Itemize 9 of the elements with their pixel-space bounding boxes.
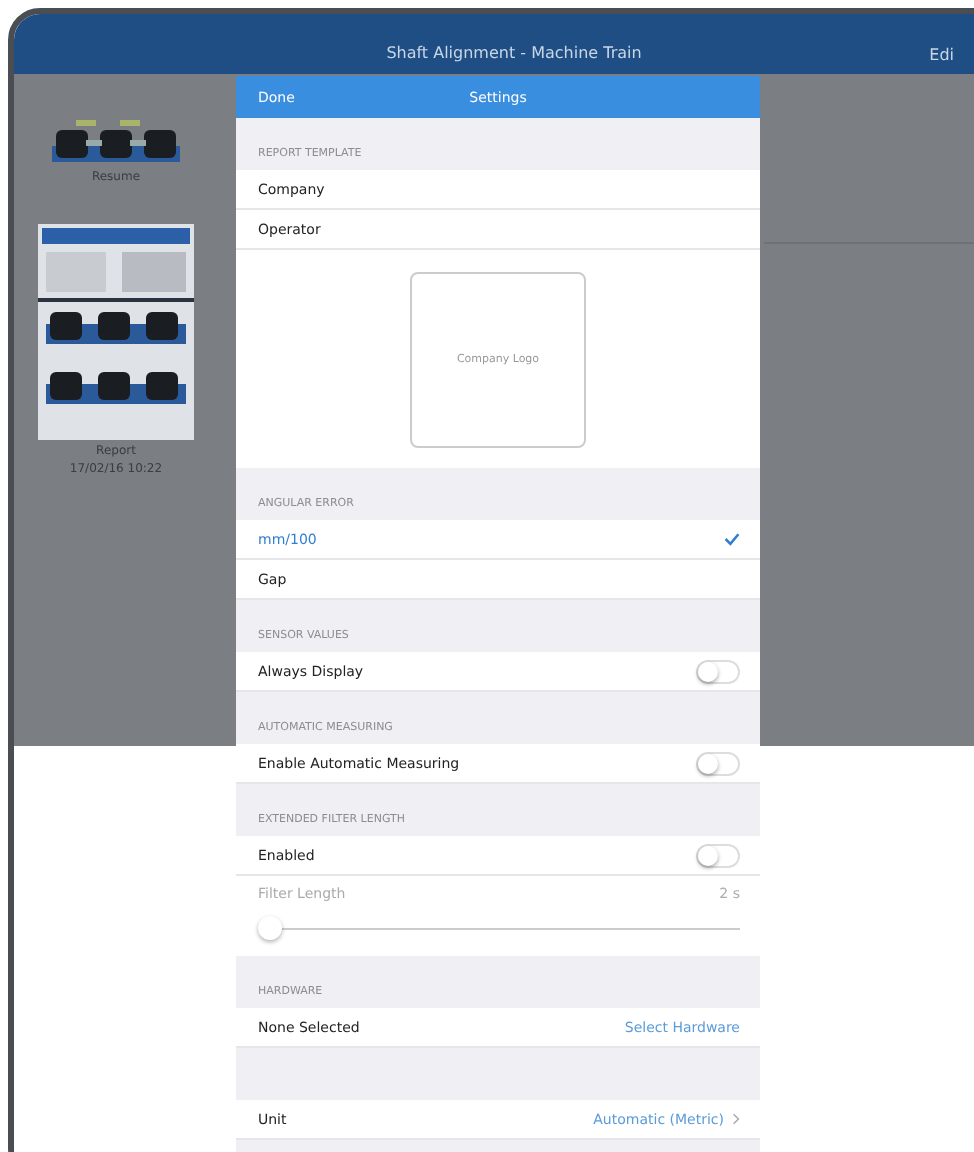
machine-train-drawing[interactable] — [52, 118, 180, 166]
checkmark-icon — [724, 532, 740, 546]
toggle-switch[interactable] — [696, 751, 740, 775]
navigation-title: Shaft Alignment - Machine Train — [386, 44, 642, 62]
toggle-switch[interactable] — [696, 843, 740, 867]
toggle-switch[interactable] — [696, 659, 740, 683]
slider-track[interactable] — [258, 914, 740, 942]
edit-button[interactable]: Edi — [929, 46, 954, 64]
report-thumbnail-drawing[interactable] — [38, 224, 194, 440]
